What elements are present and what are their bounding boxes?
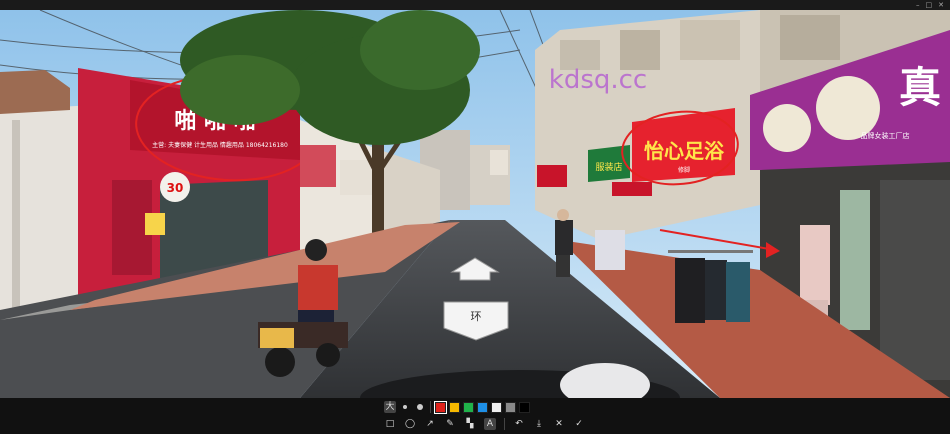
annotation-toolbar: 大 □ ◯ ↗ ✎ ▚ A ↶ ⤓ ✕ ✓ [0,398,950,434]
toolbar-tools-row: □ ◯ ↗ ✎ ▚ A ↶ ⤓ ✕ ✓ [384,418,585,430]
pen-tool-icon[interactable]: ✎ [444,418,456,430]
foot-spa-sign-text: 怡心足浴 [644,139,725,163]
text-size-button[interactable]: 大 [384,401,396,413]
confirm-icon[interactable]: ✓ [573,418,585,430]
color-swatch[interactable] [477,401,488,413]
color-swatch[interactable] [505,401,516,413]
cancel-icon[interactable]: ✕ [553,418,565,430]
brush-size-small-icon[interactable] [403,405,407,409]
shop-logo-text: 30 [167,181,184,195]
color-swatch[interactable] [463,401,474,413]
street-scene-illustration: 30 啪 啪 啪 主营: 夫妻保健 计生用品 情趣用品 18064216180 … [0,10,950,398]
green-shop-sign: 服装店 [595,161,622,173]
arrow-tool-icon[interactable]: ↗ [424,418,436,430]
divider [430,401,431,413]
far-right-shop-subsign: 品牌女装工厂店 [861,131,910,140]
window-controls: – □ ✕ [916,1,944,9]
far-right-shop-sign: 真 [899,63,941,112]
rectangle-tool-icon[interactable]: □ [384,418,396,430]
ellipse-tool-icon[interactable]: ◯ [404,418,416,430]
mosaic-tool-icon[interactable]: ▚ [464,418,476,430]
window-title-bar: – □ ✕ [0,0,950,10]
back-arrow-label: 环 [471,310,482,323]
minimize-icon[interactable]: – [916,1,920,9]
download-icon[interactable]: ⤓ [533,418,545,430]
color-swatch[interactable] [434,400,447,414]
color-swatch[interactable] [519,401,530,413]
color-swatches [434,400,530,414]
divider [504,418,505,430]
maximize-icon[interactable]: □ [926,1,933,9]
text-tool-icon[interactable]: A [484,418,496,430]
left-shop-sign-subtext: 主营: 夫妻保健 计生用品 情趣用品 18064216180 [152,141,288,149]
close-icon[interactable]: ✕ [938,1,944,9]
brush-size-medium-icon[interactable] [417,404,423,410]
toolbar-style-row: 大 [384,400,530,414]
color-swatch[interactable] [449,401,460,413]
street-view-image: 30 啪 啪 啪 主营: 夫妻保健 计生用品 情趣用品 18064216180 … [0,10,950,398]
foot-spa-sign-subtext: 修脚 [678,166,690,174]
undo-icon[interactable]: ↶ [513,418,525,430]
watermark-text: kdsq.cc [549,65,647,95]
color-swatch[interactable] [491,401,502,413]
